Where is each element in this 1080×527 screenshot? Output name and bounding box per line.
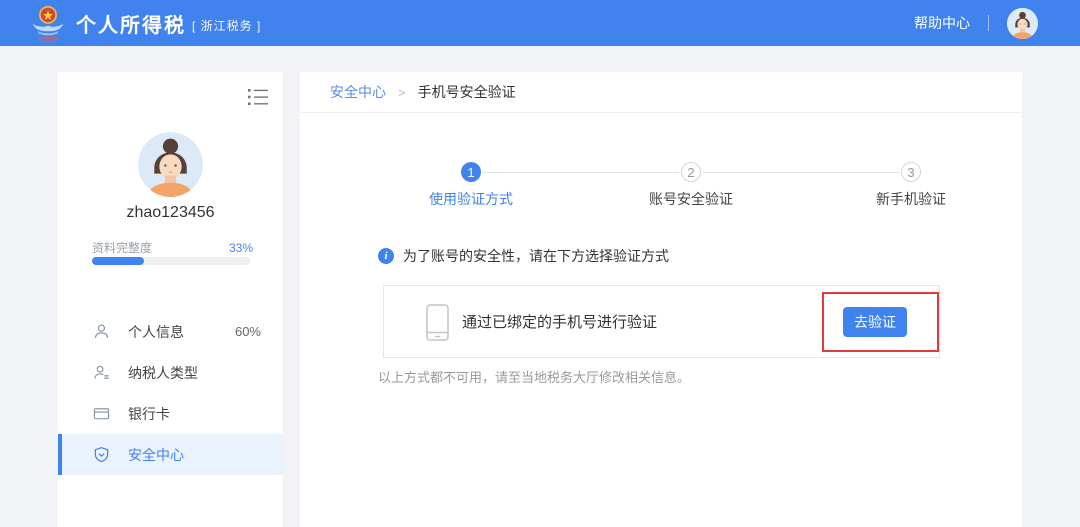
go-verify-button[interactable]: 去验证 xyxy=(843,307,907,337)
personal-info-percent: 60% xyxy=(235,324,261,339)
svg-text:中国税务: 中国税务 xyxy=(37,35,59,42)
sidebar-item-label: 个人信息 xyxy=(128,322,184,342)
verification-stepper: 1 2 3 使用验证方式 账号安全验证 新手机验证 xyxy=(300,162,1022,222)
sidebar-item-label: 纳税人类型 xyxy=(128,363,198,383)
shield-icon xyxy=(93,446,110,463)
progress-bar xyxy=(92,257,250,265)
profile-avatar xyxy=(138,132,203,197)
china-tax-emblem-icon: 中国税务 xyxy=(30,4,66,42)
method-description: 通过已绑定的手机号进行验证 xyxy=(462,286,657,357)
user-avatar[interactable] xyxy=(1007,8,1038,39)
sidebar-item-taxpayer-type[interactable]: 纳税人类型 xyxy=(58,352,283,393)
sidebar: zhao123456 资料完整度 33% 个人信息 60% xyxy=(58,72,283,527)
sidebar-item-label: 安全中心 xyxy=(128,445,184,465)
app-region-tag: [ 浙江税务 ] xyxy=(192,12,261,34)
step-1-label: 使用验证方式 xyxy=(391,189,551,209)
info-tip: i 为了账号的安全性，请在下方选择验证方式 xyxy=(378,246,669,266)
app-title: 个人所得税 xyxy=(76,9,186,38)
username: zhao123456 xyxy=(58,204,283,222)
help-center-link[interactable]: 帮助中心 xyxy=(914,13,970,33)
info-tip-text: 为了账号的安全性，请在下方选择验证方式 xyxy=(403,246,669,266)
step-connector xyxy=(703,172,899,173)
collapse-menu-icon[interactable] xyxy=(248,88,268,106)
breadcrumb-current-page: 手机号安全验证 xyxy=(418,82,516,102)
fallback-note: 以上方式都不可用，请至当地税务大厅修改相关信息。 xyxy=(378,367,690,386)
sidebar-item-label: 银行卡 xyxy=(128,404,170,424)
step-1-circle: 1 xyxy=(461,162,481,182)
step-3-label: 新手机验证 xyxy=(831,189,991,209)
breadcrumb-security-center[interactable]: 安全中心 xyxy=(330,82,386,102)
profile-completeness-percent: 33% xyxy=(229,241,253,255)
main-panel: 安全中心 > 手机号安全验证 1 2 3 使用验证方式 账号安全验证 新手机验证… xyxy=(300,72,1022,527)
avatar-image-icon xyxy=(1007,8,1038,39)
info-icon: i xyxy=(378,248,394,264)
profile-completeness-label: 资料完整度 xyxy=(92,239,152,256)
breadcrumb-separator-icon: > xyxy=(398,85,406,100)
step-connector xyxy=(483,172,679,173)
app-header: 中国税务 个人所得税 [ 浙江税务 ] 帮助中心 xyxy=(0,0,1080,46)
sidebar-item-security-center[interactable]: 安全中心 xyxy=(58,434,283,475)
phone-icon xyxy=(426,304,449,341)
avatar-image-icon xyxy=(138,132,203,197)
step-2-circle: 2 xyxy=(681,162,701,182)
step-3-circle: 3 xyxy=(901,162,921,182)
taxpayer-type-icon xyxy=(93,364,110,381)
user-icon xyxy=(93,323,110,340)
page: 中国税务 个人所得税 [ 浙江税务 ] 帮助中心 xyxy=(0,0,1080,527)
sidebar-menu: 个人信息 60% 纳税人类型 银行卡 xyxy=(58,311,283,475)
progress-fill xyxy=(92,257,144,265)
step-2-label: 账号安全验证 xyxy=(611,189,771,209)
bank-card-icon xyxy=(93,405,110,422)
verification-method-card: 通过已绑定的手机号进行验证 去验证 xyxy=(383,285,940,358)
breadcrumb: 安全中心 > 手机号安全验证 xyxy=(300,72,1022,113)
sidebar-item-bank-card[interactable]: 银行卡 xyxy=(58,393,283,434)
sidebar-item-personal-info[interactable]: 个人信息 60% xyxy=(58,311,283,352)
header-divider xyxy=(988,15,989,31)
